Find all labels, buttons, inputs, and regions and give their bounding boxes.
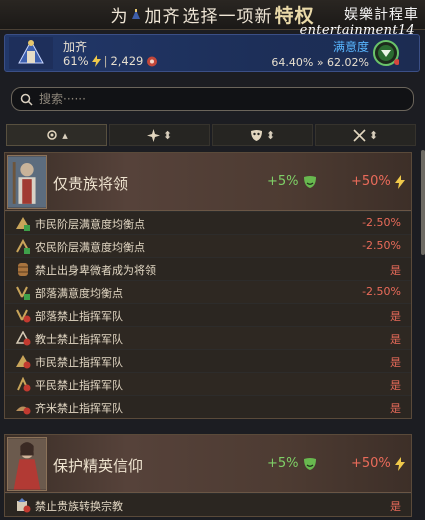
- effect-row: 齐米禁止指挥军队 是: [5, 395, 411, 418]
- satisfaction-down-icon[interactable]: [373, 40, 399, 66]
- effect-row: 平民禁止指挥军队 是: [5, 372, 411, 395]
- privilege-satisfaction-bonus: +5%: [267, 174, 317, 189]
- sort-both-icon: ⬍: [265, 128, 276, 142]
- effect-value: 是: [390, 379, 401, 392]
- privilege-power-change: +50%: [351, 456, 405, 471]
- effect-label: 禁止出身卑微者成为将领: [35, 264, 156, 277]
- search-input[interactable]: [39, 92, 379, 106]
- effect-row: 农民阶层满意度均衡点 -2.50%: [5, 234, 411, 257]
- happy-mask-icon: [303, 175, 316, 188]
- privilege-satisfaction-bonus: +5%: [267, 456, 317, 471]
- faction-emblem-icon: [9, 37, 53, 69]
- mask-icon: [250, 129, 262, 141]
- elite-faith-portrait: [7, 437, 47, 491]
- tab-sort-rarity[interactable]: ⬍: [109, 124, 210, 146]
- sort-both-icon: ⬍: [162, 128, 173, 142]
- privilege-power-change: +50%: [351, 174, 405, 189]
- privilege-card[interactable]: 仅贵族将领 +5% +50% 市民阶层满意度均衡点 -2.50% 农民阶层满意度…: [4, 152, 412, 419]
- effect-row: 教士禁止指挥军队 是: [5, 326, 411, 349]
- title-prefix: 为: [110, 7, 129, 27]
- privilege-header[interactable]: 仅贵族将领 +5% +50%: [5, 153, 411, 211]
- effect-value: 是: [390, 500, 401, 513]
- satisfaction-change: 64.40% » 62.02%: [271, 56, 369, 69]
- clergy-banned-icon: [15, 331, 31, 346]
- effect-value: -2.50%: [362, 239, 401, 252]
- effect-value: 是: [390, 264, 401, 277]
- bonus-value: +5%: [267, 174, 299, 189]
- tab-sort-type[interactable]: ▴: [6, 124, 107, 146]
- effect-label: 教士禁止指挥军队: [35, 333, 123, 346]
- effect-value: 是: [390, 402, 401, 415]
- effect-value: 是: [390, 310, 401, 323]
- sort-both-icon: ⬍: [368, 128, 379, 142]
- dialog-title: 为 加齐 选择一项新 特权: [110, 1, 314, 28]
- commoner-banned-icon: [17, 377, 31, 392]
- noble-general-portrait: [7, 155, 47, 209]
- tab-sort-military[interactable]: ⬍: [315, 124, 416, 146]
- effect-value: -2.50%: [362, 216, 401, 229]
- effect-label: 平民禁止指挥军队: [35, 379, 123, 392]
- sort-up-icon: ▴: [62, 128, 68, 142]
- tab-sort-loyalty[interactable]: ⬍: [212, 124, 313, 146]
- religion-conversion-icon: [17, 498, 31, 513]
- watermark-chinese: 娱樂計程車: [344, 7, 419, 23]
- burgher-icon: [16, 217, 30, 231]
- privilege-name: 仅贵族将领: [53, 175, 129, 193]
- effect-label: 市民阶层满意度均衡点: [35, 218, 145, 231]
- privilege-effects: 市民阶层满意度均衡点 -2.50% 农民阶层满意度均衡点 -2.50% 禁止出身…: [5, 211, 411, 418]
- effect-label: 部落满意度均衡点: [35, 287, 123, 300]
- star-icon: [146, 128, 160, 142]
- peasant-icon: [16, 239, 30, 254]
- penalty-value: +50%: [351, 174, 391, 189]
- privilege-effects: 禁止贵族转换宗教 是: [5, 493, 411, 516]
- effect-label: 禁止贵族转换宗教: [35, 500, 123, 513]
- effect-row: 禁止贵族转换宗教 是: [5, 493, 411, 516]
- lightning-icon: [394, 456, 405, 471]
- privilege-name: 保护精英信仰: [53, 457, 144, 475]
- burgher-banned-icon: [16, 355, 31, 369]
- stat-separator: |: [103, 54, 108, 68]
- sun-gear-icon: [47, 130, 57, 140]
- search-bar[interactable]: [11, 87, 414, 111]
- effect-label: 市民禁止指挥军队: [35, 356, 123, 369]
- privilege-card[interactable]: 保护精英信仰 +5% +50% 禁止贵族转换宗教 是: [4, 434, 412, 517]
- tribe-icon: [16, 286, 30, 300]
- effect-row: 市民阶层满意度均衡点 -2.50%: [5, 211, 411, 234]
- crossed-swords-icon: [353, 128, 366, 142]
- effect-value: -2.50%: [362, 285, 401, 298]
- lightning-icon: [91, 55, 101, 67]
- faction-power: 61%: [63, 54, 89, 68]
- effect-row: 市民禁止指挥军队 是: [5, 349, 411, 372]
- bonus-value: +5%: [267, 456, 299, 471]
- title-middle: 选择一项新: [182, 7, 273, 27]
- penalty-value: +50%: [351, 456, 391, 471]
- barrel-icon: [18, 263, 28, 276]
- effect-label: 齐米禁止指挥军队: [35, 402, 123, 415]
- effect-label: 农民阶层满意度均衡点: [35, 241, 145, 254]
- faction-stats: 61% | 2,429: [63, 54, 158, 68]
- faction-influence: 2,429: [110, 54, 144, 68]
- satisfaction-label: 满意度: [332, 40, 369, 54]
- dhimmi-banned-icon: [16, 406, 31, 415]
- lightning-icon: [394, 174, 405, 189]
- effect-value: 是: [390, 333, 401, 346]
- effect-value: 是: [390, 356, 401, 369]
- faction-flag-icon: [132, 8, 141, 19]
- effect-row: 禁止出身卑微者成为将领 是: [5, 257, 411, 280]
- tribe-banned-icon: [16, 309, 31, 323]
- faction-summary: 加齐 61% | 2,429 满意度 64.40% » 62.02%: [4, 34, 420, 72]
- faction-name: 加齐: [63, 40, 88, 54]
- sort-tabs: ▴ ⬍ ⬍ ⬍: [6, 124, 416, 146]
- list-scrollbar[interactable]: [421, 150, 425, 255]
- privilege-header[interactable]: 保护精英信仰 +5% +50%: [5, 435, 411, 493]
- title-faction: 加齐: [144, 7, 181, 27]
- happy-mask-icon: [303, 457, 316, 470]
- effect-row: 部落满意度均衡点 -2.50%: [5, 280, 411, 303]
- effect-row: 部落禁止指挥军队 是: [5, 303, 411, 326]
- influence-icon: [147, 56, 158, 66]
- search-icon: [20, 93, 33, 106]
- effect-label: 部落禁止指挥军队: [35, 310, 123, 323]
